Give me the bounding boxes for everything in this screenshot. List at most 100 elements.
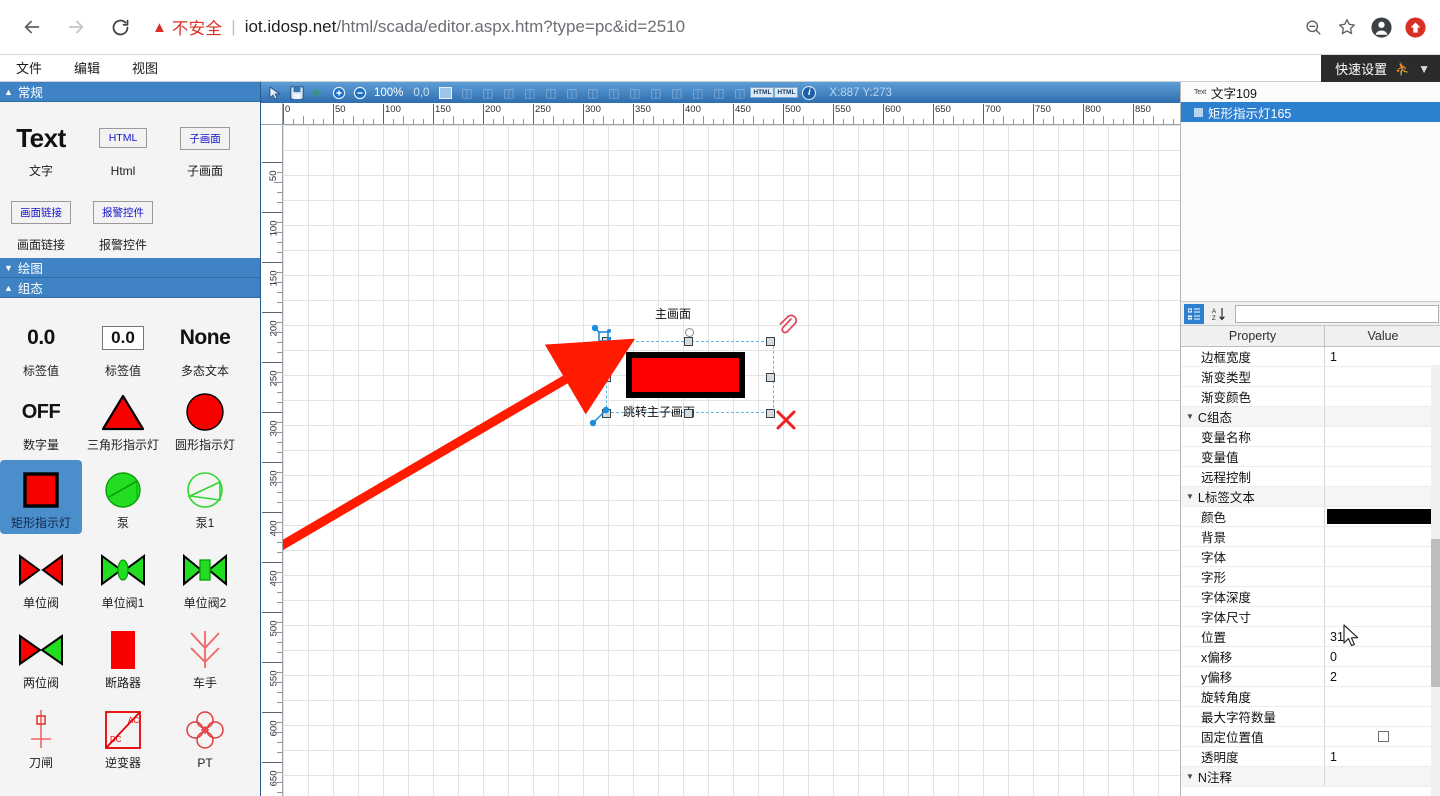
color-swatch[interactable] (1327, 509, 1439, 524)
info-icon[interactable]: i (799, 84, 819, 101)
align-right-icon[interactable]: ◫ (499, 84, 518, 101)
property-value[interactable] (1325, 727, 1440, 746)
property-row[interactable]: 边框宽度1 (1181, 347, 1440, 367)
property-row[interactable]: 字体深度 (1181, 587, 1440, 607)
menu-view[interactable]: 视图 (116, 55, 174, 82)
property-row[interactable]: 字形 (1181, 567, 1440, 587)
property-row[interactable]: 字体尺寸 (1181, 607, 1440, 627)
property-row[interactable]: 颜色 (1181, 507, 1440, 527)
rect-indicator-object[interactable] (626, 352, 745, 398)
property-value[interactable] (1325, 707, 1440, 726)
delete-x-icon[interactable] (775, 409, 797, 431)
connector-node-icon[interactable] (589, 403, 615, 429)
sort-alpha-icon[interactable]: A Z (1209, 304, 1229, 324)
property-checkbox[interactable] (1378, 731, 1389, 742)
property-value[interactable] (1325, 467, 1440, 486)
send-back-icon[interactable]: ◫ (730, 84, 749, 101)
palette-item-html[interactable]: HTML Html (82, 108, 164, 182)
property-value[interactable] (1325, 687, 1440, 706)
address-bar[interactable]: ▲ 不安全 | iot.idosp.net/html/scada/editor.… (152, 9, 1286, 45)
properties-scrollbar[interactable] (1431, 365, 1440, 796)
palette-item-screenlink[interactable]: 画面链接 画面链接 (0, 182, 82, 256)
palette-item-rect-lamp[interactable]: 矩形指示灯 (0, 460, 82, 534)
property-value[interactable] (1325, 587, 1440, 606)
property-row[interactable]: 变量值 (1181, 447, 1440, 467)
ungroup-icon[interactable]: ◫ (688, 84, 707, 101)
tree-node-rect-lamp165[interactable]: 矩形指示灯165 (1181, 102, 1440, 122)
property-value[interactable] (1325, 567, 1440, 586)
zoom-out-icon[interactable] (350, 84, 369, 101)
resize-handle-s[interactable] (684, 409, 693, 418)
palette-item-multistate-text[interactable]: None 多态文本 (164, 308, 246, 382)
triangle-down-icon[interactable]: ▼ (1186, 772, 1194, 781)
rotate-handle-icon[interactable] (685, 328, 694, 337)
resize-handle-se[interactable] (766, 409, 775, 418)
menu-edit[interactable]: 编辑 (58, 55, 116, 82)
distribute-h-icon[interactable]: ◫ (583, 84, 602, 101)
property-row[interactable]: y偏移2 (1181, 667, 1440, 687)
paperclip-icon[interactable] (776, 314, 798, 336)
html-import-button[interactable]: HTML (775, 84, 797, 101)
property-value[interactable] (1325, 387, 1440, 406)
palette-item-inverter[interactable]: AC DC 逆变器 (82, 700, 164, 774)
update-button[interactable] (1398, 10, 1432, 44)
palette-item-text[interactable]: Text 文字 (0, 108, 82, 182)
sidebar-group-config[interactable]: ▲ 组态 (0, 278, 260, 298)
palette-item-valve1[interactable]: 单位阀1 (82, 540, 164, 614)
categorize-icon[interactable] (1184, 304, 1204, 324)
property-value[interactable] (1325, 407, 1440, 426)
pointer-icon[interactable] (266, 84, 285, 101)
bring-front-icon[interactable]: ◫ (709, 84, 728, 101)
security-status[interactable]: 不安全 (172, 15, 222, 39)
palette-item-trolley[interactable]: 车手 (164, 620, 246, 694)
property-row[interactable]: 固定位置值 (1181, 727, 1440, 747)
property-value[interactable] (1325, 607, 1440, 626)
palette-item-pump1[interactable]: 泵1 (164, 460, 246, 534)
scrollbar-thumb[interactable] (1431, 539, 1440, 687)
same-height-icon[interactable]: ◫ (646, 84, 665, 101)
quick-settings-button[interactable]: 快速设置 ⛹ ▼ (1321, 55, 1440, 82)
frame-icon[interactable] (436, 84, 455, 101)
sidebar-group-drawing[interactable]: ▼ 绘图 (0, 258, 260, 278)
zoom-in-icon[interactable] (329, 84, 348, 101)
palette-item-knife-switch[interactable]: 刀闸 (0, 700, 82, 774)
property-value[interactable] (1325, 367, 1440, 386)
palette-item-tagvalue[interactable]: 0.0 标签值 (0, 308, 82, 382)
canvas-title-label[interactable]: 主画面 (655, 305, 691, 322)
property-value[interactable]: 1 (1325, 747, 1440, 766)
bookmark-button[interactable] (1330, 10, 1364, 44)
link-node-icon[interactable] (591, 324, 613, 346)
palette-item-two-position-valve[interactable]: 两位阀 (0, 620, 82, 694)
forward-button[interactable] (58, 9, 94, 45)
palette-item-valve2[interactable]: 单位阀2 (164, 540, 246, 614)
chevron-down-icon[interactable]: ▼ (1418, 62, 1430, 76)
resize-handle-ne[interactable] (766, 337, 775, 346)
play-icon[interactable] (308, 84, 327, 101)
property-value[interactable]: 1 (1325, 347, 1440, 366)
property-row[interactable]: 渐变类型 (1181, 367, 1440, 387)
palette-item-alarm[interactable]: 报警控件 报警控件 (82, 182, 164, 256)
menu-file[interactable]: 文件 (0, 55, 58, 82)
align-bottom-icon[interactable]: ◫ (562, 84, 581, 101)
property-value[interactable] (1325, 547, 1440, 566)
sidebar-group-general[interactable]: ▲ 常规 (0, 82, 260, 102)
property-row[interactable]: 旋转角度 (1181, 687, 1440, 707)
align-middle-icon[interactable]: ◫ (541, 84, 560, 101)
property-row[interactable]: 渐变颜色 (1181, 387, 1440, 407)
property-row[interactable]: 透明度1 (1181, 747, 1440, 767)
design-canvas[interactable]: 主画面 跳转主子画面 (283, 125, 1180, 796)
align-center-icon[interactable]: ◫ (478, 84, 497, 101)
save-icon[interactable] (287, 84, 306, 101)
property-row[interactable]: 最大字符数量 (1181, 707, 1440, 727)
align-top-icon[interactable]: ◫ (520, 84, 539, 101)
property-row[interactable]: 背景 (1181, 527, 1440, 547)
palette-item-breaker[interactable]: 断路器 (82, 620, 164, 694)
property-value[interactable] (1325, 487, 1440, 506)
tree-node-text109[interactable]: Text 文字109 (1181, 82, 1440, 102)
align-left-icon[interactable]: ◫ (457, 84, 476, 101)
html-export-button[interactable]: HTML (751, 84, 773, 101)
palette-item-digital[interactable]: OFF 数字量 (0, 382, 82, 456)
reload-button[interactable] (102, 9, 138, 45)
palette-item-pt[interactable]: PT (164, 700, 246, 774)
property-value[interactable] (1325, 427, 1440, 446)
